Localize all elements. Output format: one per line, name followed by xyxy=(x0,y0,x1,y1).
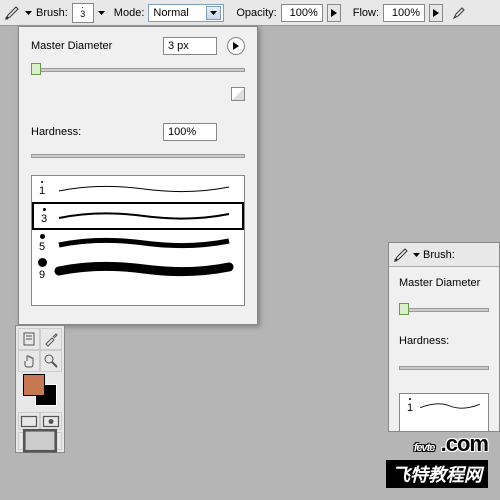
panel2-toolbar: Brush: xyxy=(389,243,499,267)
brush-stroke-preview xyxy=(48,230,240,256)
watermark: fevte .com 飞特教程网 xyxy=(386,427,488,488)
brush-list: 1 3 5 9 xyxy=(31,175,245,306)
hardness-label: Hardness: xyxy=(31,126,163,138)
options-bar: Brush: 3 Mode: Normal Opacity: 100% Flow… xyxy=(0,0,500,26)
brush-dot-icon xyxy=(41,181,43,183)
watermark-line2: 飞特教程网 xyxy=(386,460,488,488)
notes-tool[interactable] xyxy=(18,328,40,350)
master-diameter-slider[interactable] xyxy=(31,61,245,77)
tool-preset-dropdown[interactable] xyxy=(24,11,32,15)
brush-stroke-preview xyxy=(48,256,240,282)
opacity-label: Opacity: xyxy=(236,7,276,19)
brush-item[interactable]: 5 xyxy=(32,230,244,256)
new-preset-icon[interactable] xyxy=(231,87,245,101)
brush-item[interactable]: 1 xyxy=(400,394,488,418)
brush-tool-icon xyxy=(393,247,409,263)
airbrush-icon[interactable] xyxy=(451,5,467,21)
opacity-flyout[interactable] xyxy=(327,4,341,22)
brush-tool-icon xyxy=(4,5,20,21)
flow-flyout[interactable] xyxy=(429,4,443,22)
master-diameter-label: Master Diameter xyxy=(399,277,489,289)
mode-value: Normal xyxy=(153,7,188,19)
play-button[interactable] xyxy=(227,37,245,55)
brush-item[interactable]: 9 xyxy=(32,256,244,282)
hardness-label: Hardness: xyxy=(399,335,489,347)
chevron-down-icon xyxy=(206,6,221,20)
master-diameter-input[interactable]: 3 px xyxy=(163,37,217,55)
slider-thumb[interactable] xyxy=(399,303,409,315)
eyedropper-tool[interactable] xyxy=(40,328,62,350)
opacity-input[interactable]: 100% xyxy=(281,4,323,22)
brush-dot-icon xyxy=(40,234,45,239)
hardness-slider[interactable] xyxy=(31,147,245,163)
mode-label: Mode: xyxy=(114,7,145,19)
brush-dot-icon xyxy=(38,258,47,267)
brush-dot-icon xyxy=(82,7,83,8)
brush-stroke-preview xyxy=(416,394,484,418)
hardness-slider[interactable] xyxy=(399,359,489,375)
brush-picker-panel: Master Diameter 3 px Hardness: 100% 1 3 … xyxy=(18,26,258,325)
brush-item[interactable]: 1 xyxy=(32,176,244,202)
zoom-tool[interactable] xyxy=(40,350,62,372)
brush-dot-icon xyxy=(43,208,46,211)
color-swatches xyxy=(18,372,62,410)
brush-preview[interactable]: 3 xyxy=(72,3,94,23)
mode-select[interactable]: Normal xyxy=(148,4,224,22)
brush-label: Brush: xyxy=(36,7,68,19)
screen-mode[interactable] xyxy=(18,432,62,450)
brush-label: Brush: xyxy=(423,249,455,261)
brush-dot-icon xyxy=(409,398,411,400)
master-diameter-label: Master Diameter xyxy=(31,40,163,52)
slider-thumb[interactable] xyxy=(31,63,41,75)
watermark-line1: fevte .com xyxy=(386,427,488,458)
brush-preview-size: 3 xyxy=(80,9,85,19)
brush-stroke-preview xyxy=(50,204,238,228)
brush-picker-panel-2: Brush: Master Diameter Hardness: 1 xyxy=(388,242,500,432)
hardness-input[interactable]: 100% xyxy=(163,123,217,141)
tools-palette xyxy=(15,325,65,453)
brush-dropdown-arrow[interactable] xyxy=(98,11,106,15)
flow-input[interactable]: 100% xyxy=(383,4,425,22)
brush-item[interactable]: 3 xyxy=(32,202,244,230)
tool-preset-dropdown[interactable] xyxy=(412,253,420,257)
foreground-color[interactable] xyxy=(23,374,45,396)
brush-stroke-preview xyxy=(48,176,240,202)
hand-tool[interactable] xyxy=(18,350,40,372)
flow-label: Flow: xyxy=(353,7,379,19)
master-diameter-slider[interactable] xyxy=(399,301,489,317)
